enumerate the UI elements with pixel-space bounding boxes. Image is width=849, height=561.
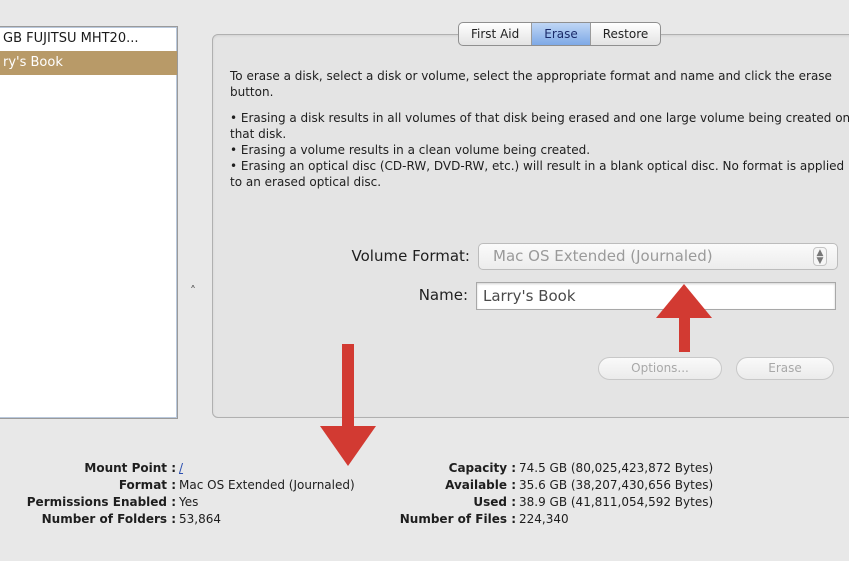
disk-list[interactable]: GB FUJITSU MHT20... ry's Book [0, 26, 178, 419]
volume-format-label: Volume Format: [351, 247, 470, 265]
volume-format-value: Mac OS Extended (Journaled) [493, 247, 713, 265]
bullet-volume: • Erasing a volume results in a clean vo… [230, 143, 591, 157]
info-row-format: Format : Mac OS Extended (Journaled) [0, 477, 355, 494]
info-row-folders: Number of Folders : 53,864 [0, 511, 355, 528]
used-label: Used : [473, 495, 516, 509]
splitter-handle-icon[interactable]: ˄ [190, 284, 196, 298]
bullet-optical: • Erasing an optical disc (CD-RW, DVD-RW… [230, 159, 845, 189]
files-label: Number of Files : [399, 512, 516, 526]
capacity-label: Capacity : [448, 461, 516, 475]
info-right: Capacity : 74.5 GB (80,025,423,872 Bytes… [396, 460, 713, 528]
volume-format-select[interactable]: Mac OS Extended (Journaled) ▲ ▼ [478, 243, 838, 270]
tab-first-aid[interactable]: First Aid [459, 23, 533, 45]
available-value: 35.6 GB (38,207,430,656 Bytes) [519, 478, 714, 492]
tab-erase[interactable]: Erase [532, 23, 591, 45]
info-row-permissions: Permissions Enabled : Yes [0, 494, 355, 511]
info-row-files: Number of Files : 224,340 [396, 511, 713, 528]
info-row-mount-point: Mount Point : / [0, 460, 355, 477]
files-value: 224,340 [519, 512, 569, 526]
annotation-arrow-down-icon [320, 344, 376, 466]
info-row-used: Used : 38.9 GB (41,811,054,592 Bytes) [396, 494, 713, 511]
format-label: Format : [118, 478, 176, 492]
name-label: Name: [418, 286, 468, 304]
options-button[interactable]: Options... [598, 357, 722, 380]
erase-intro-text: To erase a disk, select a disk or volume… [230, 69, 832, 99]
folders-label: Number of Folders : [41, 512, 176, 526]
permissions-label: Permissions Enabled : [26, 495, 176, 509]
folders-value: 53,864 [179, 512, 221, 526]
erase-button[interactable]: Erase [736, 357, 834, 380]
tab-bar: First Aid Erase Restore [458, 22, 662, 46]
info-left: Mount Point : / Format : Mac OS Extended… [0, 460, 355, 528]
info-row-capacity: Capacity : 74.5 GB (80,025,423,872 Bytes… [396, 460, 714, 477]
mount-point-value[interactable]: / [179, 460, 183, 477]
erase-description: To erase a disk, select a disk or volume… [230, 68, 849, 190]
format-value: Mac OS Extended (Journaled) [179, 478, 355, 492]
tab-restore[interactable]: Restore [591, 23, 661, 45]
available-label: Available : [445, 478, 516, 492]
disk-row-larrys-book[interactable]: ry's Book [0, 51, 177, 75]
bullet-disk: • Erasing a disk results in all volumes … [230, 111, 849, 141]
disk-row-fujitsu[interactable]: GB FUJITSU MHT20... [0, 27, 177, 51]
used-value: 38.9 GB (41,811,054,592 Bytes) [519, 495, 714, 509]
info-row-available: Available : 35.6 GB (38,207,430,656 Byte… [396, 477, 713, 494]
permissions-value: Yes [179, 495, 199, 509]
annotation-arrow-up-icon [656, 284, 712, 352]
mount-point-label: Mount Point : [84, 461, 176, 475]
select-stepper-icon: ▲ ▼ [813, 247, 827, 266]
erase-bullets: • Erasing a disk results in all volumes … [230, 110, 849, 190]
capacity-value: 74.5 GB (80,025,423,872 Bytes) [519, 461, 714, 475]
